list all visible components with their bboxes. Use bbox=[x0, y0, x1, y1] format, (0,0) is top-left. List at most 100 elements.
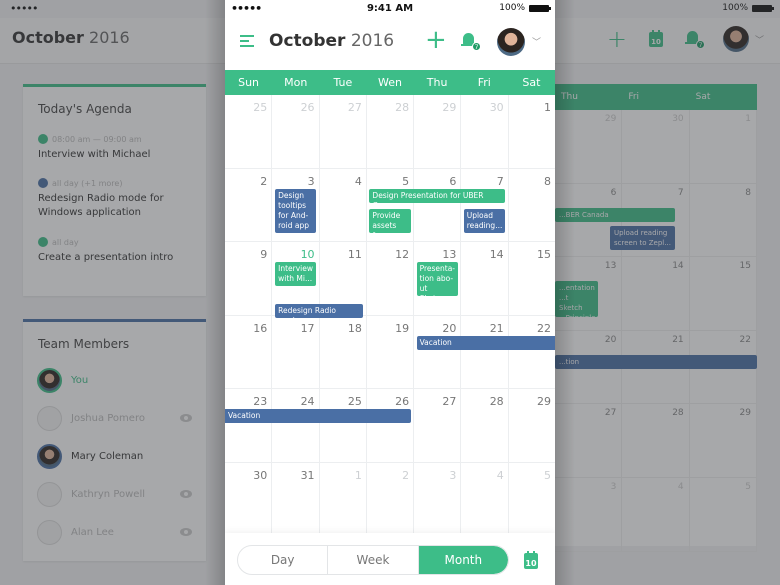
phone-calendar-view: ••••• 9:41 AM 100% October 2016 + 7 ﹀ Su… bbox=[225, 0, 555, 585]
calendar-event[interactable]: Design tooltips for And- roid app bbox=[275, 188, 317, 233]
calendar-event[interactable]: Interview with Mi... bbox=[275, 262, 317, 286]
weekday-header: Sun Mon Tue Wen Thu Fri Sat bbox=[225, 70, 555, 95]
day-number: 19 bbox=[395, 321, 410, 335]
day-number: 11 bbox=[347, 248, 362, 261]
weekday-label: Wen bbox=[378, 76, 402, 89]
day-number: 24 bbox=[300, 395, 315, 408]
view-segmented-control: Day Week Month bbox=[237, 545, 509, 575]
calendar-event[interactable]: Design Presentation for UBER Can... bbox=[369, 188, 505, 203]
day-number: 28 bbox=[395, 101, 410, 114]
day-cell[interactable]: 29 bbox=[414, 95, 462, 168]
day-cell[interactable]: 21 bbox=[461, 315, 509, 388]
month-grid: 25 26 27 28 29 30 1 2 3 4 5 6 7 8 9 10 11 12 13 14 15 16 17 18 1… bbox=[225, 95, 555, 536]
day-cell[interactable]: 9 bbox=[225, 242, 273, 315]
weekday-label: Sun bbox=[238, 76, 260, 89]
calendar-event[interactable]: Upload reading... bbox=[463, 208, 505, 233]
day-number: 7 bbox=[496, 174, 504, 188]
weekday-label: Thu bbox=[426, 76, 448, 89]
day-cell[interactable]: 6 bbox=[414, 168, 462, 241]
phone-status-bar: ••••• 9:41 AM 100% bbox=[225, 0, 555, 18]
day-cell[interactable]: 27 bbox=[414, 389, 462, 462]
day-number: 4 bbox=[354, 174, 362, 188]
day-number: 26 bbox=[300, 101, 315, 114]
battery-icon bbox=[529, 4, 551, 12]
day-cell[interactable]: 5 bbox=[509, 463, 555, 536]
day-number: 3 bbox=[449, 468, 457, 482]
day-cell[interactable]: 30 bbox=[461, 95, 509, 168]
day-cell[interactable]: 30 bbox=[225, 462, 273, 535]
day-cell[interactable]: 28 bbox=[367, 95, 415, 168]
day-cell[interactable]: 25 bbox=[225, 95, 273, 168]
notifications-bell-icon[interactable]: 7 bbox=[461, 32, 481, 51]
day-cell[interactable]: 4 bbox=[320, 168, 367, 241]
day-cell[interactable]: 17 bbox=[272, 315, 320, 388]
day-cell[interactable]: 16 bbox=[225, 315, 273, 388]
view-switcher-bar: Day Week Month 10 bbox=[225, 533, 555, 585]
user-avatar[interactable] bbox=[497, 28, 525, 56]
day-number: 18 bbox=[347, 321, 362, 335]
day-cell[interactable]: 14 bbox=[461, 242, 509, 315]
week-row: 16 17 18 19 20 21 22 bbox=[225, 315, 555, 389]
day-number: 14 bbox=[489, 248, 504, 261]
add-event-icon[interactable]: + bbox=[425, 27, 447, 53]
day-cell[interactable]: 28 bbox=[461, 389, 509, 462]
day-cell[interactable]: 23 bbox=[225, 389, 273, 462]
day-number: 1 bbox=[354, 468, 362, 482]
calendar-event[interactable]: Vacation bbox=[225, 409, 411, 423]
week-row: 25 26 27 28 29 30 1 bbox=[225, 95, 555, 169]
day-cell[interactable]: 12 bbox=[367, 242, 415, 315]
day-number: 28 bbox=[489, 395, 504, 408]
calendar-event[interactable]: Vacation bbox=[416, 335, 555, 350]
day-cell[interactable]: 24 bbox=[272, 389, 320, 462]
day-number: 20 bbox=[442, 321, 457, 335]
day-cell[interactable]: 25 bbox=[320, 389, 367, 462]
calendar-event[interactable]: Redesign Radio mode... bbox=[275, 304, 364, 318]
weekday-label: Fri bbox=[477, 76, 491, 89]
day-cell[interactable]: 26 bbox=[272, 95, 320, 168]
weekday-label: Sat bbox=[522, 76, 541, 89]
view-month-button[interactable]: Month bbox=[418, 546, 508, 574]
day-number: 22 bbox=[536, 321, 551, 335]
today-calendar-icon[interactable]: 10 bbox=[524, 551, 538, 569]
weekday-label: Tue bbox=[333, 76, 353, 89]
day-number: 23 bbox=[253, 395, 268, 408]
day-number: 2 bbox=[260, 174, 268, 188]
day-number: 10 bbox=[300, 248, 315, 261]
day-number: 5 bbox=[402, 174, 410, 188]
day-cell[interactable]: 1 bbox=[320, 462, 367, 535]
weekday-label: Mon bbox=[284, 76, 308, 89]
day-cell[interactable]: 2 bbox=[367, 462, 415, 535]
day-number: 4 bbox=[496, 468, 504, 482]
day-cell[interactable]: 29 bbox=[509, 389, 555, 462]
day-cell[interactable]: 15 bbox=[509, 242, 555, 315]
day-cell[interactable]: 20 bbox=[414, 315, 462, 388]
day-number: 2 bbox=[402, 468, 410, 482]
day-number: 16 bbox=[253, 321, 268, 335]
day-cell[interactable]: 27 bbox=[320, 95, 367, 168]
chevron-down-icon[interactable]: ﹀ bbox=[532, 35, 541, 48]
day-cell[interactable]: 4 bbox=[461, 462, 509, 535]
calendar-event[interactable]: Provide assets f... bbox=[369, 208, 411, 233]
day-number: 30 bbox=[253, 468, 268, 482]
day-cell[interactable]: 3 bbox=[414, 462, 462, 535]
day-number: 25 bbox=[253, 101, 268, 114]
day-cell[interactable]: 2 bbox=[225, 168, 273, 241]
month-title: October 2016 bbox=[269, 31, 395, 51]
day-cell[interactable]: 18 bbox=[320, 315, 367, 388]
day-cell[interactable]: 19 bbox=[367, 315, 415, 388]
day-cell[interactable]: 1 bbox=[509, 95, 555, 168]
calendar-event[interactable]: Presenta- tion abo- ut Sketc... bbox=[416, 262, 458, 296]
view-week-button[interactable]: Week bbox=[328, 546, 419, 574]
day-cell[interactable]: 26 bbox=[367, 389, 415, 462]
day-cell[interactable]: 8 bbox=[509, 169, 555, 242]
day-number: 25 bbox=[347, 395, 362, 408]
day-number: 1 bbox=[543, 101, 551, 114]
day-number: 17 bbox=[300, 321, 315, 335]
day-number: 30 bbox=[489, 101, 504, 114]
day-number: 26 bbox=[395, 395, 410, 408]
day-number: 12 bbox=[395, 248, 410, 261]
menu-icon[interactable] bbox=[240, 35, 254, 47]
view-day-button[interactable]: Day bbox=[238, 546, 329, 574]
day-cell[interactable]: 31 bbox=[272, 462, 320, 535]
day-cell[interactable]: 22 bbox=[509, 316, 555, 389]
